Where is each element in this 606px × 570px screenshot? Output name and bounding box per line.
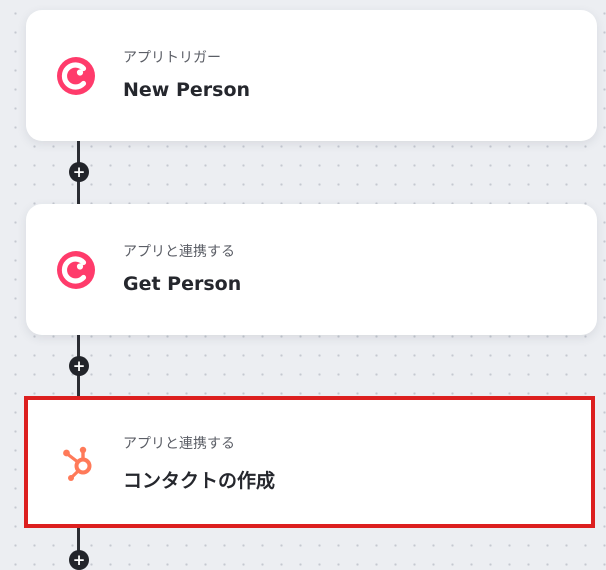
step-title: コンタクトの作成: [123, 470, 276, 492]
add-step-button-1[interactable]: +: [69, 162, 89, 182]
step-type-label: アプリと連携する: [123, 436, 235, 452]
capsule-crm-icon: [56, 248, 100, 292]
add-step-button-2[interactable]: +: [69, 356, 89, 376]
capsule-crm-icon: [56, 54, 100, 98]
flow-step-card-get-person[interactable]: アプリと連携する Get Person: [26, 204, 597, 335]
hubspot-icon: [56, 440, 100, 484]
step-title: New Person: [123, 79, 251, 101]
step-type-label: アプリトリガー: [123, 50, 221, 66]
flow-step-card-create-contact[interactable]: アプリと連携する コンタクトの作成: [24, 396, 595, 528]
step-title: Get Person: [123, 273, 242, 295]
step-type-label: アプリと連携する: [123, 244, 235, 260]
flow-step-card-trigger[interactable]: アプリトリガー New Person: [26, 10, 597, 141]
add-step-button-3[interactable]: +: [69, 550, 89, 570]
